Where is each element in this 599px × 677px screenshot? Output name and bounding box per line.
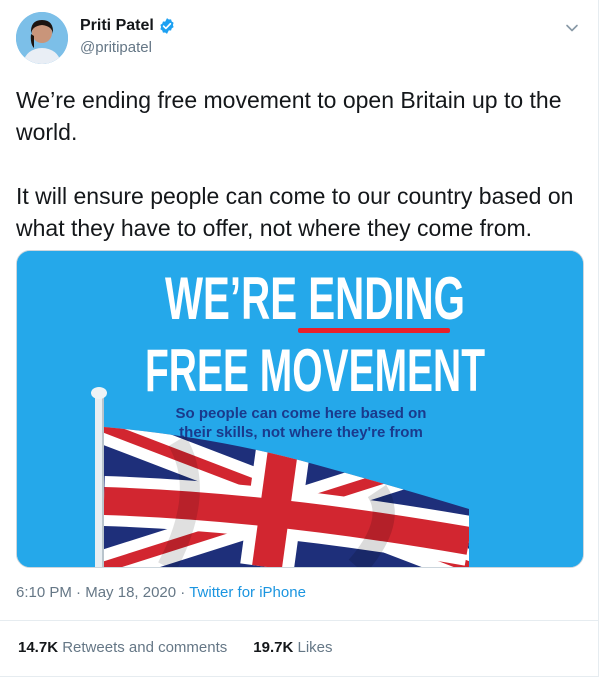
- meta-separator-2: ·: [180, 584, 186, 601]
- avatar[interactable]: [16, 12, 68, 64]
- tweet-stats: 14.7K Retweets and comments 19.7K Likes: [18, 639, 333, 656]
- likes-label: Likes: [297, 639, 333, 656]
- meta-separator: ·: [76, 584, 82, 601]
- profile-photo-icon: [16, 12, 68, 64]
- tweet-source-link[interactable]: Twitter for iPhone: [189, 584, 306, 601]
- tweet-date[interactable]: May 18, 2020: [85, 584, 176, 601]
- author-info: Priti Patel @pritipatel: [80, 17, 176, 56]
- headline-underline: [298, 328, 450, 333]
- retweets-count: 14.7K: [18, 639, 59, 656]
- retweets-label: Retweets and comments: [62, 639, 228, 656]
- headline-highlight: ENDING: [308, 265, 465, 332]
- divider: [0, 620, 598, 621]
- subtext-line2: their skills, not where they're from: [179, 424, 423, 441]
- campaign-graphic: WE’RE ENDING FREE MOVEMENT So people can…: [17, 251, 583, 567]
- display-name[interactable]: Priti Patel: [80, 17, 154, 35]
- tweet-card: Priti Patel @pritipatel We’re ending fre…: [0, 0, 599, 677]
- tweet-media-image[interactable]: WE’RE ENDING FREE MOVEMENT So people can…: [16, 250, 584, 568]
- tweet-text: We’re ending free movement to open Brita…: [16, 87, 574, 241]
- subtext-line1: So people can come here based on: [176, 405, 427, 422]
- tweet-header: Priti Patel @pritipatel: [16, 12, 586, 68]
- retweets-stat[interactable]: 14.7K Retweets and comments: [18, 639, 227, 656]
- likes-stat[interactable]: 19.7K Likes: [253, 639, 332, 656]
- likes-count: 19.7K: [253, 639, 294, 656]
- headline-line2: FREE MOVEMENT: [145, 337, 485, 404]
- svg-text:WE’RE ENDING: WE’RE ENDING: [165, 265, 465, 332]
- user-handle[interactable]: @pritipatel: [80, 39, 176, 56]
- headline-part1: WE’RE: [165, 265, 308, 332]
- tweet-time[interactable]: 6:10 PM: [16, 584, 72, 601]
- chevron-down-icon[interactable]: [564, 20, 580, 36]
- verified-badge-icon: [160, 18, 174, 34]
- tweet-meta: 6:10 PM · May 18, 2020 · Twitter for iPh…: [16, 584, 306, 601]
